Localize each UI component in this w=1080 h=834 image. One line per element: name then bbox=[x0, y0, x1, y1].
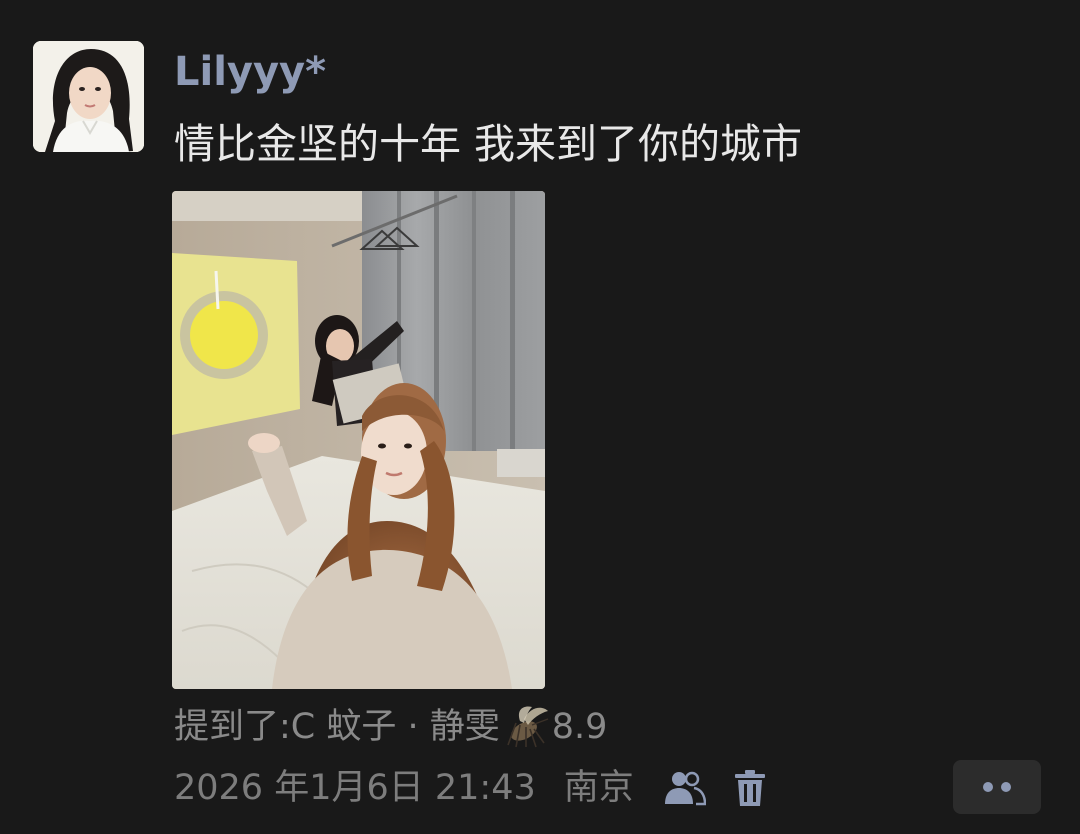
moments-post: Lilyyy* 情比金坚的十年 我来到了你的城市 提到了: C 蚊子 · 静雯 … bbox=[0, 0, 1080, 834]
mention-suffix: 8.9 bbox=[551, 707, 608, 747]
photo-image bbox=[172, 191, 545, 689]
mention-names[interactable]: C 蚊子 · 静雯 bbox=[291, 702, 500, 752]
post-text: 情比金坚的十年 我来到了你的城市 bbox=[174, 120, 803, 168]
mention-row: 提到了: C 蚊子 · 静雯 8.9 bbox=[174, 702, 607, 752]
trash-icon[interactable] bbox=[734, 769, 766, 807]
mention-prefix: 提到了: bbox=[174, 707, 291, 747]
more-button[interactable] bbox=[953, 760, 1041, 814]
avatar-image bbox=[33, 41, 144, 152]
post-date: 2026 年1月6日 21:43 bbox=[174, 768, 536, 808]
avatar[interactable] bbox=[33, 41, 144, 152]
username[interactable]: Lilyyy* bbox=[174, 46, 326, 98]
post-photo[interactable] bbox=[172, 191, 545, 689]
meta-row: 2026 年1月6日 21:43 南京 bbox=[174, 763, 766, 813]
mosquito-emoji-icon bbox=[502, 705, 550, 749]
post-location[interactable]: 南京 bbox=[564, 763, 634, 813]
people-icon[interactable] bbox=[664, 770, 707, 806]
more-icon bbox=[983, 782, 1011, 792]
